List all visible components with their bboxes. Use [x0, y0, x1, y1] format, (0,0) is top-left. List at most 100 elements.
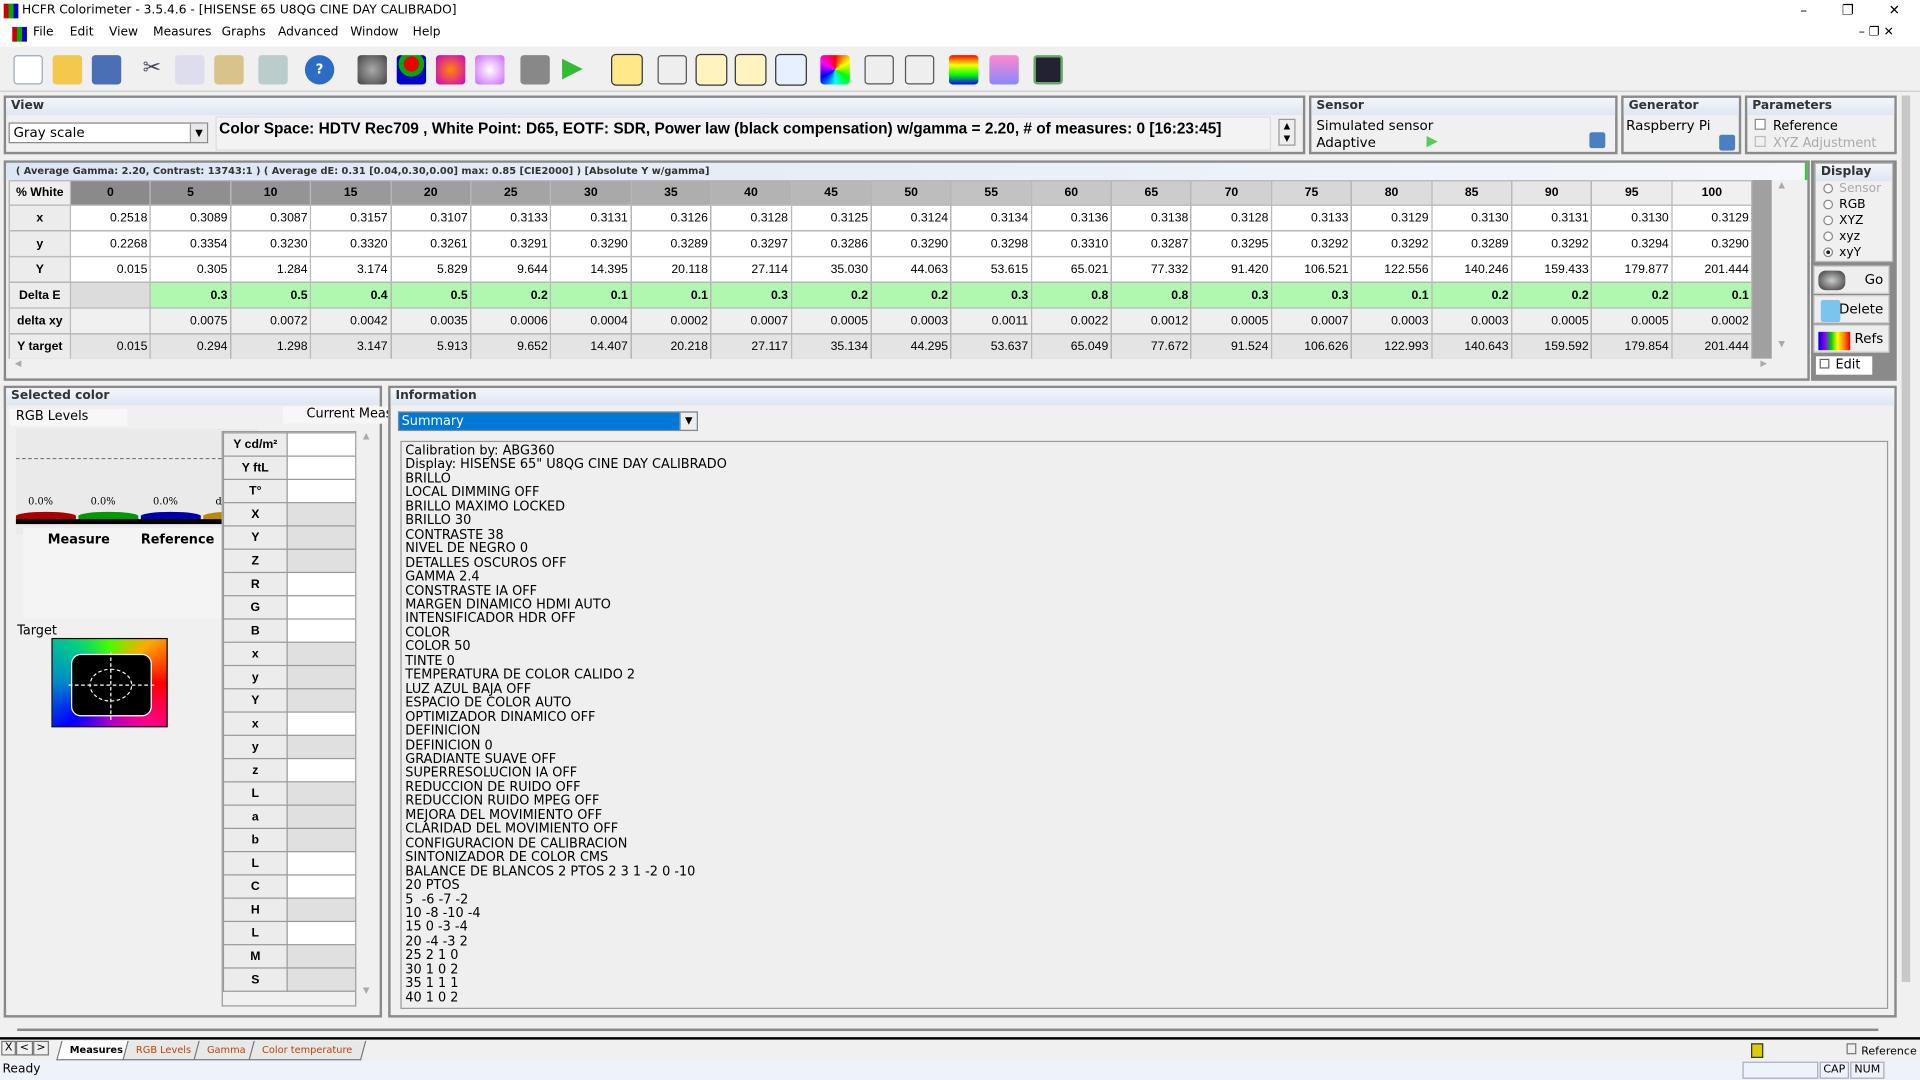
temperature-graph-icon[interactable]: [864, 55, 894, 85]
table-cell[interactable]: 14.407: [550, 333, 632, 359]
cut-icon[interactable]: ✂: [137, 55, 166, 84]
menu-file[interactable]: File: [33, 26, 53, 39]
table-cell[interactable]: 0.0002: [1671, 307, 1753, 335]
table-cell[interactable]: 0.4: [310, 281, 392, 309]
row-header[interactable]: Delta E: [8, 281, 72, 309]
cie-chart-icon[interactable]: [820, 55, 850, 85]
table-cell[interactable]: 0.2: [1430, 281, 1513, 309]
table-cell[interactable]: 0.0012: [1110, 307, 1193, 335]
table-cell[interactable]: 0.3310: [1030, 230, 1112, 258]
display-option-xyz-lower[interactable]: xyz: [1823, 230, 1860, 244]
column-header[interactable]: 30: [550, 180, 632, 206]
table-cell[interactable]: 0.3261: [390, 230, 472, 258]
table-cell[interactable]: 53.637: [950, 333, 1032, 359]
menu-help[interactable]: Help: [413, 26, 441, 39]
table-cell[interactable]: 0.3: [950, 281, 1032, 309]
tab-color-temperature[interactable]: Color temperature: [248, 1040, 366, 1061]
current-measure-grid[interactable]: Y cd/m² Y ftL T° X Y Z R G Bx y Yx y z La b L C H L M S: [221, 431, 357, 1007]
spectrum-icon[interactable]: [989, 55, 1019, 85]
table-cell[interactable]: 0.2268: [69, 230, 152, 258]
table-cell[interactable]: 201.444: [1671, 255, 1753, 283]
table-cell[interactable]: 0.3129: [1350, 204, 1433, 232]
edit-checkbox[interactable]: Edit: [1815, 356, 1873, 375]
table-cell[interactable]: 0.0007: [710, 307, 792, 335]
table-cell[interactable]: 27.114: [710, 255, 792, 283]
table-cell[interactable]: 0.0072: [229, 307, 312, 335]
tab-rgb-levels[interactable]: RGB Levels: [122, 1040, 205, 1061]
table-cell[interactable]: 0.3: [1190, 281, 1273, 309]
row-header[interactable]: Y: [8, 255, 72, 283]
table-cell[interactable]: 0.0003: [1350, 307, 1433, 335]
table-cell[interactable]: 0.3295: [1190, 230, 1273, 258]
table-cell[interactable]: 0.3133: [1270, 204, 1353, 232]
table-cell[interactable]: 0.0005: [1190, 307, 1273, 335]
refs-button[interactable]: Refs: [1813, 324, 1890, 353]
bottom-reference-checkbox[interactable]: Reference: [1846, 1043, 1917, 1058]
table-cell[interactable]: 0.8: [1110, 281, 1193, 309]
tab-navigation[interactable]: X < >: [1, 1040, 50, 1056]
table-cell[interactable]: 0.2518: [69, 204, 152, 232]
column-header[interactable]: 55: [950, 180, 1032, 206]
table-cell[interactable]: 3.147: [310, 333, 392, 359]
print-icon[interactable]: [258, 55, 288, 85]
table-cell[interactable]: 0.3292: [1350, 230, 1433, 258]
column-header[interactable]: 5: [149, 180, 232, 206]
current-measure-scrollbar[interactable]: ▲ ▼: [357, 431, 375, 1007]
table-cell[interactable]: 0.3133: [470, 204, 552, 232]
table-cell[interactable]: 1.284: [229, 255, 312, 283]
table-cell[interactable]: 0.0005: [1591, 307, 1673, 335]
table-cell[interactable]: 0.0042: [310, 307, 392, 335]
table-cell[interactable]: 0.3134: [950, 204, 1032, 232]
table-cell[interactable]: 65.021: [1030, 255, 1112, 283]
save-icon[interactable]: [91, 55, 122, 85]
column-header[interactable]: 90: [1511, 180, 1593, 206]
column-header[interactable]: 70: [1190, 180, 1273, 206]
information-text[interactable]: Calibration by: ABG360 Display: HISENSE 6…: [400, 440, 1889, 1009]
table-cell[interactable]: 0.3125: [790, 204, 872, 232]
table-cell[interactable]: 201.444: [1671, 333, 1753, 359]
grid-horizontal-scrollbar[interactable]: ◀ ▶: [8, 358, 1772, 375]
table-cell[interactable]: 0.1: [1350, 281, 1433, 309]
column-header[interactable]: 15: [310, 180, 392, 206]
column-header[interactable]: 75: [1270, 180, 1353, 206]
table-cell[interactable]: 0.2: [870, 281, 952, 309]
play-icon[interactable]: ▶: [1427, 132, 1438, 149]
table-cell[interactable]: 0.0002: [630, 307, 712, 335]
go-button[interactable]: Go: [1813, 265, 1890, 294]
table-cell[interactable]: 0.3107: [390, 204, 472, 232]
column-header[interactable]: 10: [229, 180, 312, 206]
table-cell[interactable]: 44.295: [870, 333, 952, 359]
table-cell[interactable]: 5.913: [390, 333, 472, 359]
monitor-icon[interactable]: [1033, 55, 1063, 85]
table-cell[interactable]: 0.0006: [470, 307, 552, 335]
table-cell[interactable]: 35.134: [790, 333, 872, 359]
table-cell[interactable]: 0.3: [710, 281, 792, 309]
table-cell[interactable]: 91.420: [1190, 255, 1273, 283]
table-cell[interactable]: 106.521: [1270, 255, 1353, 283]
saturation-graph-icon[interactable]: [904, 55, 935, 85]
xyz-adjustment-checkbox[interactable]: XYZ Adjustment: [1754, 135, 1876, 151]
table-cell[interactable]: 65.049: [1030, 333, 1112, 359]
table-cell[interactable]: 91.524: [1190, 333, 1273, 359]
table-cell[interactable]: 0.3129: [1671, 204, 1753, 232]
column-header[interactable]: 50: [870, 180, 952, 206]
table-cell[interactable]: 0.3089: [149, 204, 232, 232]
table-cell[interactable]: 0.3: [1270, 281, 1353, 309]
table-cell[interactable]: 0.3138: [1110, 204, 1193, 232]
column-header[interactable]: 35: [630, 180, 712, 206]
play-icon[interactable]: ▶: [562, 54, 591, 84]
measures-grid[interactable]: % White 0 5 10 15 20 25 30 35 40 45 50 55 60 65 70 75 80 8…: [8, 180, 1772, 359]
table-cell[interactable]: 0.0003: [870, 307, 952, 335]
gamma-graph-icon[interactable]: [657, 55, 687, 85]
table-cell[interactable]: 0.3289: [630, 230, 712, 258]
table-cell[interactable]: 0.3286: [790, 230, 872, 258]
table-cell[interactable]: 0.3294: [1591, 230, 1673, 258]
table-cell[interactable]: 140.246: [1430, 255, 1513, 283]
table-cell[interactable]: 0.3: [149, 281, 232, 309]
table-cell[interactable]: 0.2: [790, 281, 872, 309]
column-header[interactable]: 80: [1350, 180, 1433, 206]
menu-view[interactable]: View: [109, 26, 138, 39]
table-cell[interactable]: 0.3290: [550, 230, 632, 258]
table-cell[interactable]: 0.3131: [550, 204, 632, 232]
display-option-rgb[interactable]: RGB: [1823, 198, 1866, 212]
